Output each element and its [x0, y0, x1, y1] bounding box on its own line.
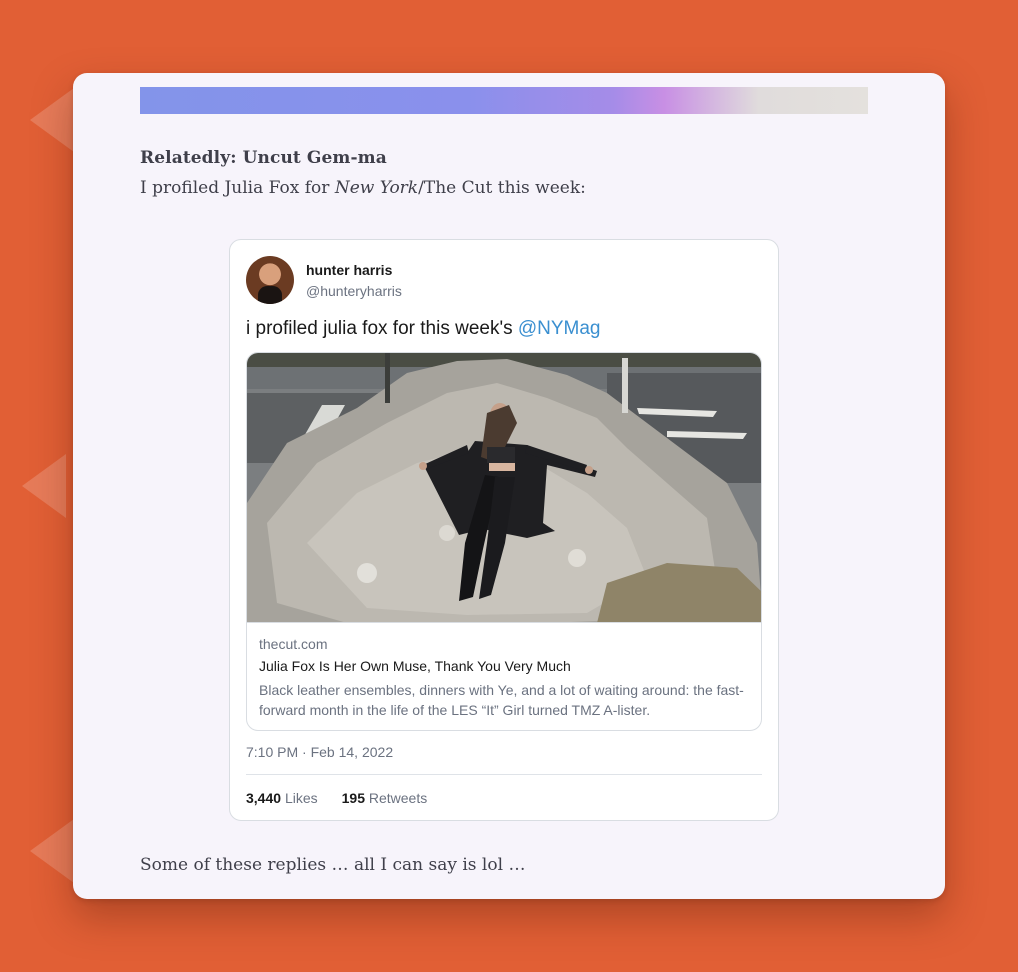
tweet-timestamp[interactable]: 7:10 PM · Feb 14, 2022 — [246, 744, 393, 760]
tweet-text: i profiled julia fox for this week's @NY… — [246, 318, 601, 340]
post-footer-text: Some of these replies … all I can say is… — [140, 855, 526, 875]
retweets-count: 195 — [341, 790, 365, 806]
embedded-tweet[interactable]: hunter harris @hunteryharris i profiled … — [229, 239, 779, 821]
intro-text-end: /The Cut this week: — [418, 178, 586, 198]
timestamp-separator: · — [302, 744, 307, 760]
tweet-mention-link[interactable]: @NYMag — [518, 318, 601, 339]
background-chevron-top — [30, 88, 74, 152]
retweets-label: Retweets — [368, 790, 428, 806]
likes-count: 3,440 — [246, 790, 282, 806]
tweet-date: Feb 14, 2022 — [310, 744, 394, 760]
intro-text-start: I profiled Julia Fox for — [140, 178, 335, 198]
link-preview-domain: thecut.com — [259, 636, 328, 652]
tweet-divider — [246, 774, 762, 775]
retweets-stat[interactable]: 195 Retweets — [342, 790, 428, 806]
link-preview-description: Black leather ensembles, dinners with Ye… — [259, 682, 744, 718]
snow-pile-photo — [247, 353, 761, 622]
tweet-author-name[interactable]: hunter harris — [306, 262, 392, 278]
background-chevron-bottom — [30, 819, 74, 883]
link-preview-title[interactable]: Julia Fox Is Her Own Muse, Thank You Ver… — [259, 658, 571, 674]
likes-stat[interactable]: 3,440 Likes — [246, 790, 318, 806]
post-intro: I profiled Julia Fox for New York/The Cu… — [140, 178, 586, 198]
intro-text-italic: New York — [334, 178, 419, 198]
post-card: Relatedly: Uncut Gem-ma I profiled Julia… — [73, 73, 945, 899]
link-preview-card[interactable]: thecut.com Julia Fox Is Her Own Muse, Th… — [246, 352, 762, 731]
tweet-stats: 3,440 Likes 195 Retweets — [246, 790, 427, 806]
likes-label: Likes — [284, 790, 318, 806]
gradient-banner — [140, 87, 868, 114]
background-chevron-middle — [22, 454, 66, 518]
post-heading: Relatedly: Uncut Gem-ma — [140, 148, 387, 168]
link-preview-image[interactable] — [247, 353, 761, 623]
avatar[interactable] — [246, 256, 294, 304]
tweet-author-handle[interactable]: @hunteryharris — [306, 283, 402, 299]
tweet-body: i profiled julia fox for this week's — [246, 318, 518, 339]
tweet-time: 7:10 PM — [246, 744, 299, 760]
